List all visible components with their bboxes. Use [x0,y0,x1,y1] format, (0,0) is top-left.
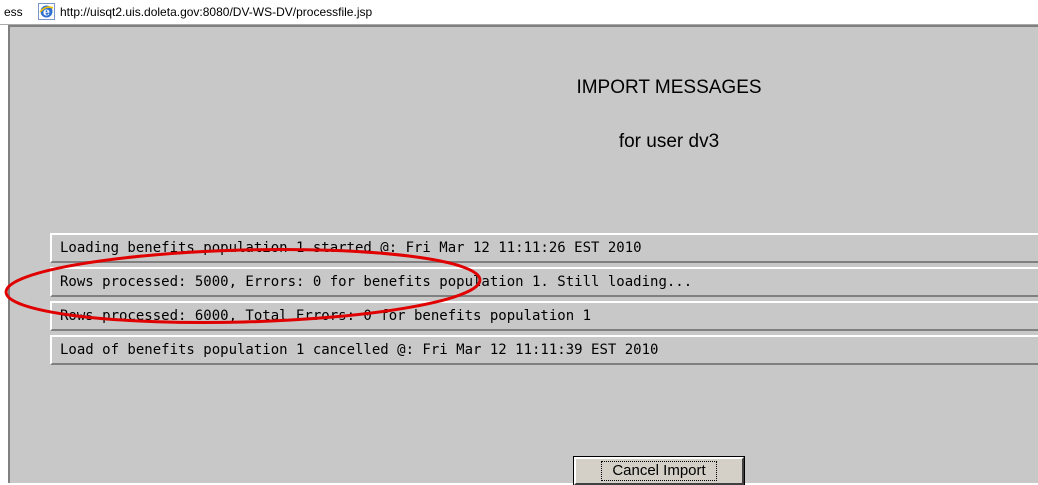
page-content: IMPORT MESSAGES for user dv3 Loading ben… [8,25,1038,485]
message-row-cancelled: Load of benefits population 1 cancelled … [50,335,1038,365]
ie-page-icon: e [38,3,55,20]
address-url[interactable]: http://uisqt2.uis.doleta.gov:8080/DV-WS-… [60,5,372,19]
address-bar[interactable]: ess e http://uisqt2.uis.doleta.gov:8080/… [0,0,1038,25]
message-list: Loading benefits population 1 started @:… [50,233,1038,369]
message-row-progress: Rows processed: 5000, Errors: 0 for bene… [50,267,1038,297]
address-label: ess [4,5,23,19]
cancel-import-label: Cancel Import [601,461,717,481]
message-row-started: Loading benefits population 1 started @:… [50,233,1038,263]
message-row-total: Rows processed: 6000, Total Errors: 0 fo… [50,301,1038,331]
cancel-import-button[interactable]: Cancel Import [573,456,745,485]
page-title: IMPORT MESSAGES [576,77,762,98]
page-subtitle: for user dv3 [618,131,720,152]
